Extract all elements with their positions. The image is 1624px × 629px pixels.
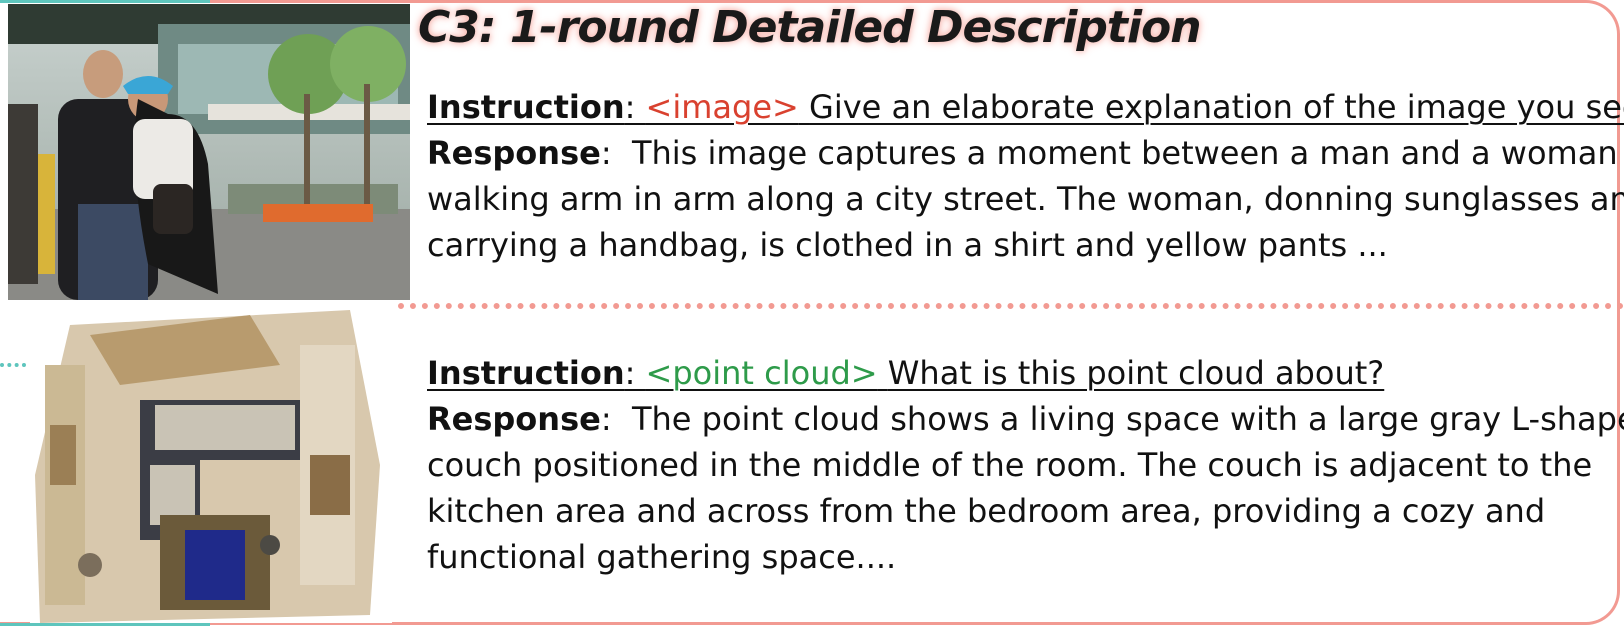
example-image-description: Instruction: <image> Give an elaborate e… bbox=[427, 84, 1624, 268]
instruction-label: Instruction bbox=[427, 354, 625, 392]
response-line: Response: This image captures a moment b… bbox=[427, 134, 1618, 172]
response-text-2: couch positioned in the middle of the ro… bbox=[427, 446, 1593, 484]
response-line: Response: The point cloud shows a living… bbox=[427, 396, 1624, 442]
response-text-2: walking arm in arm along a city street. … bbox=[427, 180, 1624, 218]
response-label: Response bbox=[427, 134, 601, 172]
response-text-4: functional gathering space.... bbox=[427, 538, 897, 576]
instruction-text: What is this point cloud about? bbox=[887, 354, 1385, 392]
instruction-text: Give an elaborate explanation of the ima… bbox=[809, 88, 1624, 126]
section-title: C3: 1-round Detailed Description bbox=[418, 2, 1202, 53]
response-text-1: The point cloud shows a living space wit… bbox=[631, 400, 1624, 438]
section-divider bbox=[398, 303, 1624, 309]
point-cloud-token: <point cloud> bbox=[645, 354, 878, 392]
response-text-3: kitchen area and across from the bedroom… bbox=[427, 492, 1546, 530]
response-text-3: carrying a handbag, is clothed in a shir… bbox=[427, 226, 1388, 264]
instruction-line: Instruction: <image> Give an elaborate e… bbox=[427, 84, 1624, 130]
teal-accent-dash bbox=[0, 363, 26, 367]
teal-accent-top bbox=[0, 0, 210, 3]
point-cloud-image bbox=[30, 305, 392, 623]
example-point-cloud-description: Instruction: <point cloud> What is this … bbox=[427, 350, 1624, 580]
teal-accent-bottom bbox=[0, 623, 210, 626]
response-text-1: This image captures a moment between a m… bbox=[631, 134, 1618, 172]
street-photo-image bbox=[8, 4, 410, 300]
image-token: <image> bbox=[645, 88, 799, 126]
instruction-label: Instruction bbox=[427, 88, 625, 126]
instruction-line: Instruction: <point cloud> What is this … bbox=[427, 354, 1385, 392]
response-label: Response bbox=[427, 400, 601, 438]
